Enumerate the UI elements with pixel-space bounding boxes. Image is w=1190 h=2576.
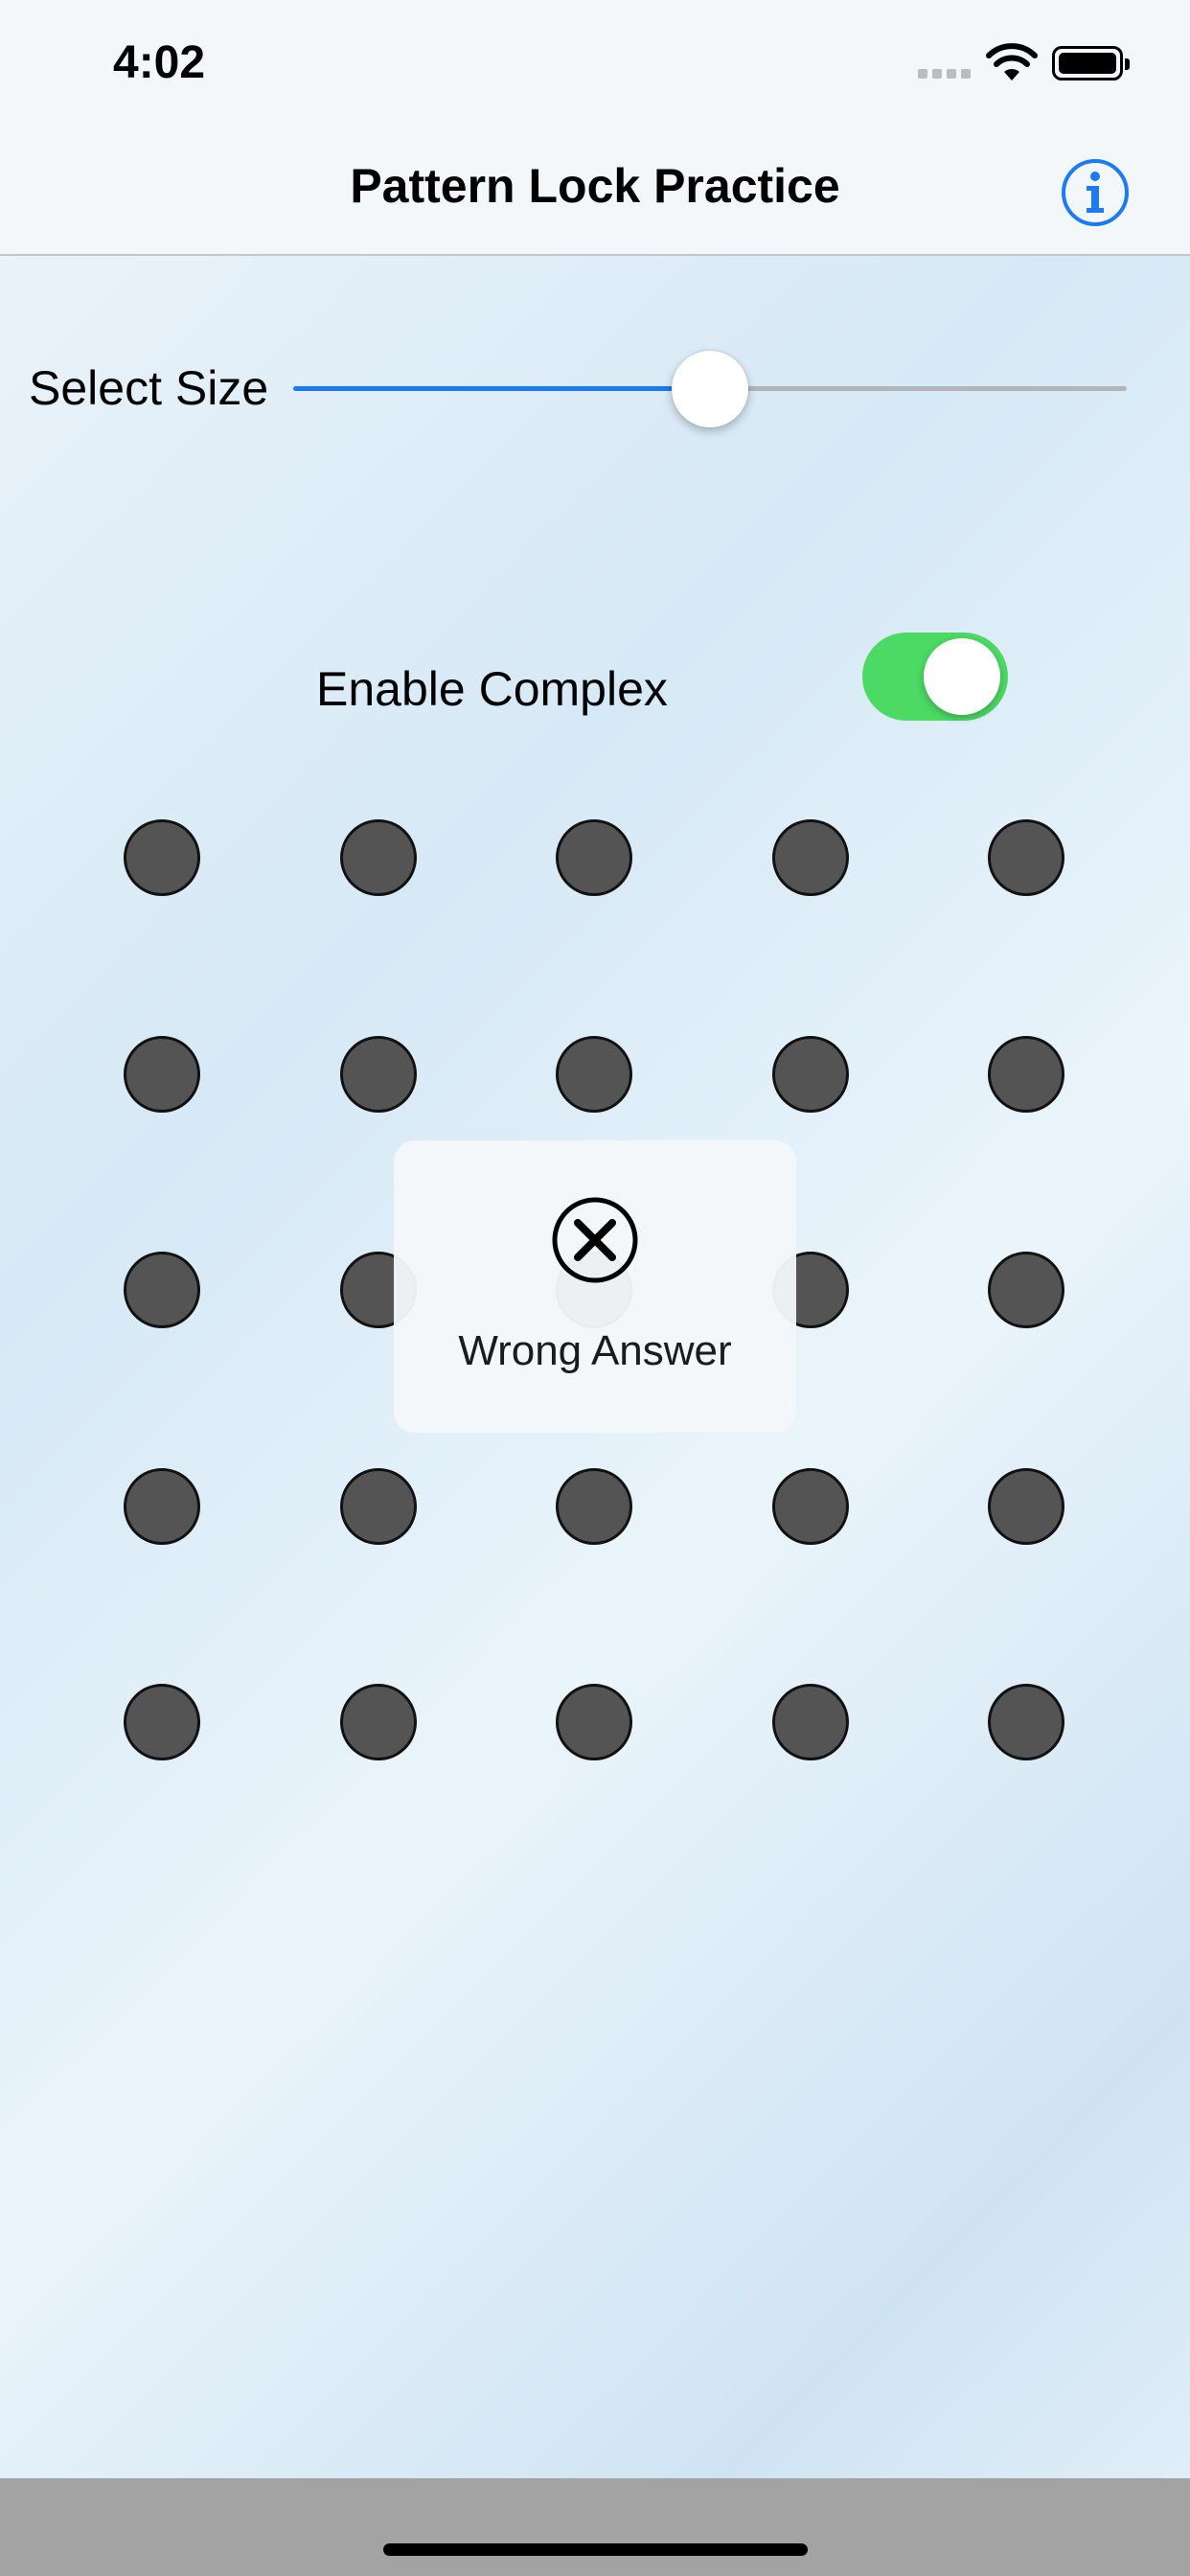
pattern-dot[interactable] (124, 1467, 200, 1545)
home-indicator-area (0, 2478, 1190, 2576)
pattern-dot[interactable] (771, 1035, 849, 1113)
pattern-dot[interactable] (988, 1252, 1064, 1328)
pattern-dot[interactable] (339, 1467, 417, 1545)
pattern-dot[interactable] (556, 1467, 632, 1545)
home-indicator[interactable] (383, 2543, 808, 2556)
size-slider[interactable] (293, 351, 1127, 433)
pattern-dot[interactable] (124, 1035, 200, 1113)
wifi-icon (986, 43, 1038, 80)
navigation-bar: Pattern Lock Practice (0, 129, 1190, 256)
pattern-dot[interactable] (556, 819, 632, 896)
pattern-dot[interactable] (771, 819, 849, 896)
pattern-dot[interactable] (124, 1684, 200, 1760)
enable-complex-label: Enable Complex (316, 662, 668, 716)
toast-message: Wrong Answer (458, 1327, 732, 1374)
battery-icon (1052, 46, 1130, 80)
x-circle-icon (552, 1197, 638, 1283)
pattern-dot[interactable] (556, 1684, 632, 1760)
pattern-dot[interactable] (988, 1035, 1064, 1113)
pattern-dot[interactable] (988, 819, 1064, 896)
status-bar: 4:02 (0, 0, 1190, 129)
slider-thumb[interactable] (672, 351, 748, 427)
info-icon[interactable] (1061, 158, 1130, 227)
status-time: 4:02 (113, 37, 206, 88)
pattern-dot[interactable] (124, 1252, 200, 1328)
pattern-dot[interactable] (988, 1684, 1064, 1760)
pattern-dot[interactable] (556, 1035, 632, 1113)
pattern-dot[interactable] (124, 819, 200, 896)
pattern-dot[interactable] (339, 1684, 417, 1760)
enable-complex-toggle[interactable] (862, 632, 1008, 721)
pattern-dot[interactable] (339, 1035, 417, 1113)
slider-fill (293, 386, 710, 391)
pattern-dot[interactable] (339, 819, 417, 896)
pattern-dot[interactable] (988, 1467, 1064, 1545)
wrong-answer-toast: Wrong Answer (394, 1140, 796, 1433)
cellular-signal-icon (918, 69, 975, 80)
select-size-label: Select Size (29, 361, 269, 415)
pattern-dot[interactable] (771, 1684, 849, 1760)
pattern-dot[interactable] (771, 1467, 849, 1545)
page-title: Pattern Lock Practice (350, 159, 840, 213)
toggle-knob (924, 638, 1000, 715)
